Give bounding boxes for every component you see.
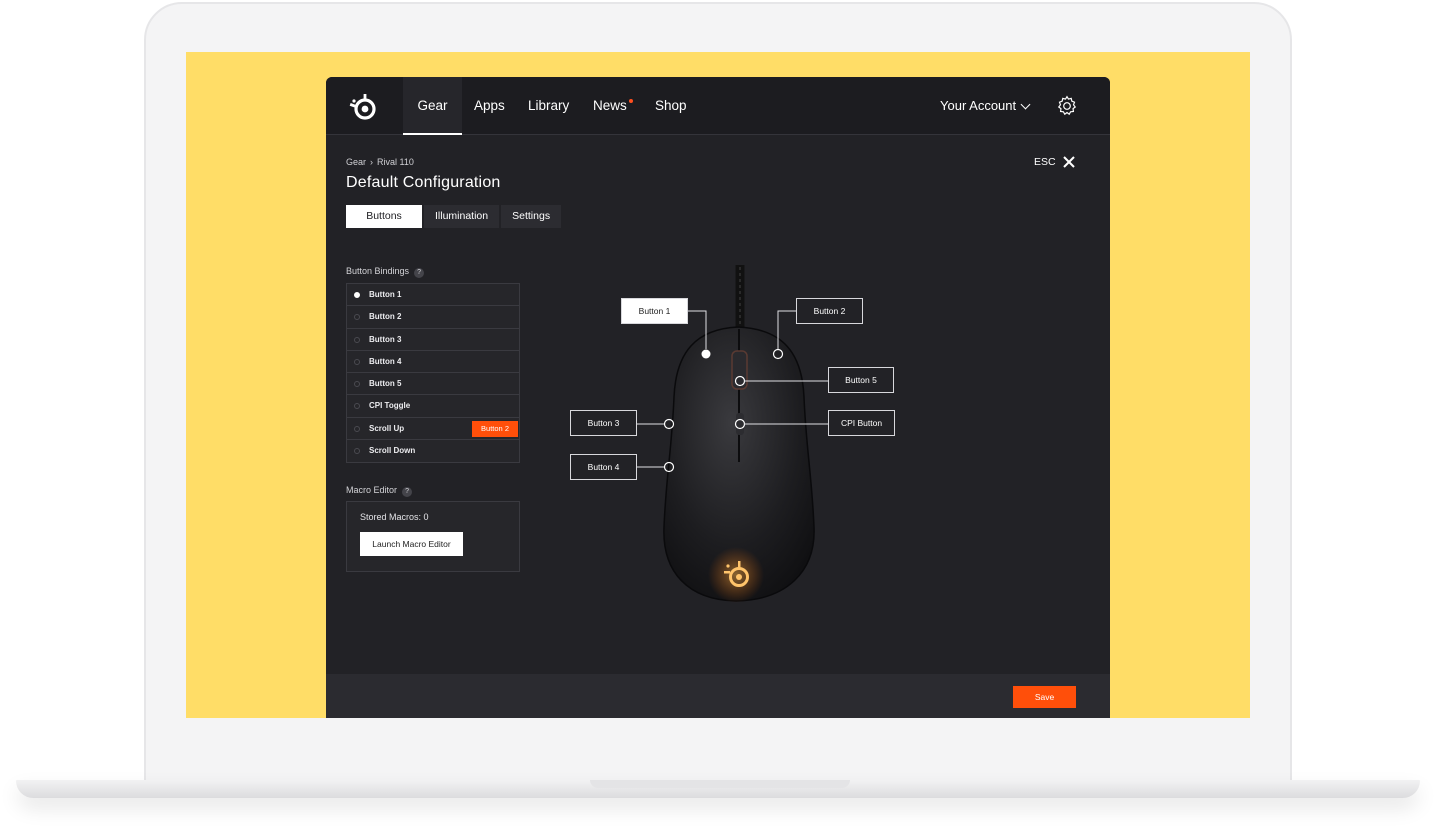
binding-label: Scroll Up bbox=[369, 423, 405, 433]
macro-editor-panel: Stored Macros: 0 Launch Macro Editor bbox=[346, 501, 520, 572]
radio-selected-icon bbox=[354, 292, 360, 298]
binding-label: Button 3 bbox=[369, 334, 402, 344]
help-icon[interactable]: ? bbox=[414, 268, 425, 278]
nav-library[interactable]: Library bbox=[528, 77, 569, 135]
binding-assignment-badge[interactable]: Button 2 bbox=[472, 420, 518, 437]
app-window: Gear Apps Library News Shop Your Account… bbox=[326, 77, 1110, 718]
tab-illumination[interactable]: Illumination bbox=[424, 205, 500, 228]
account-menu[interactable]: Your Account bbox=[940, 77, 1031, 135]
nav-shop[interactable]: Shop bbox=[655, 77, 687, 135]
chevron-down-icon bbox=[1020, 99, 1031, 110]
radio-icon bbox=[354, 314, 360, 321]
radio-icon bbox=[354, 358, 360, 365]
radio-icon bbox=[354, 425, 360, 432]
binding-row-button-4[interactable]: Button 4 bbox=[347, 350, 519, 374]
esc-label[interactable]: ESC bbox=[1034, 156, 1056, 168]
binding-label: Button 5 bbox=[369, 379, 402, 389]
tab-bar: Buttons Illumination Settings bbox=[346, 205, 563, 228]
notification-dot bbox=[628, 99, 633, 103]
radio-icon bbox=[354, 403, 360, 410]
footer-bar: Save bbox=[326, 674, 1110, 718]
radio-icon bbox=[354, 336, 360, 343]
button-bindings-list: Button 1 Button 2 Button 3 Button 4 Butt… bbox=[346, 283, 520, 464]
binding-row-cpi-toggle[interactable]: CPI Toggle bbox=[347, 395, 519, 418]
tab-buttons[interactable]: Buttons bbox=[346, 205, 422, 228]
nav-gear[interactable]: Gear bbox=[403, 77, 462, 135]
page-title: Default Configuration bbox=[346, 174, 501, 191]
screen: Gear Apps Library News Shop Your Account… bbox=[186, 52, 1250, 718]
breadcrumb: Gear › Rival 110 bbox=[346, 157, 414, 167]
gear-icon[interactable] bbox=[1056, 95, 1078, 117]
close-icon[interactable] bbox=[1062, 155, 1076, 169]
binding-label: Button 1 bbox=[369, 290, 402, 299]
callout-button-5[interactable]: Button 5 bbox=[828, 367, 894, 393]
binding-row-scroll-up[interactable]: Scroll Up Button 2 bbox=[347, 417, 519, 441]
callout-cpi-button[interactable]: CPI Button bbox=[828, 410, 895, 436]
macro-editor-label: Macro Editor? bbox=[346, 485, 413, 497]
binding-row-button-2[interactable]: Button 2 bbox=[347, 306, 519, 329]
binding-row-button-5[interactable]: Button 5 bbox=[347, 373, 519, 396]
macro-editor-title: Macro Editor bbox=[346, 485, 398, 495]
radio-icon bbox=[354, 381, 360, 388]
callout-button-4[interactable]: Button 4 bbox=[570, 454, 637, 480]
binding-label: CPI Toggle bbox=[369, 401, 411, 411]
help-icon[interactable]: ? bbox=[402, 487, 413, 497]
nav-news[interactable]: News bbox=[593, 77, 633, 135]
account-label: Your Account bbox=[940, 98, 1017, 113]
breadcrumb-separator: › bbox=[370, 157, 374, 167]
callout-button-2[interactable]: Button 2 bbox=[796, 298, 863, 324]
laptop-notch bbox=[590, 780, 850, 788]
tab-settings[interactable]: Settings bbox=[501, 205, 562, 228]
top-nav-bar: Gear Apps Library News Shop Your Account bbox=[326, 77, 1110, 135]
breadcrumb-current: Rival 110 bbox=[377, 157, 414, 167]
callout-button-3[interactable]: Button 3 bbox=[570, 410, 637, 436]
binding-label: Button 4 bbox=[369, 356, 402, 366]
binding-label: Button 2 bbox=[369, 312, 402, 322]
callout-button-1[interactable]: Button 1 bbox=[621, 298, 688, 324]
button-bindings-title: Button Bindings bbox=[346, 266, 410, 276]
nav-news-label: News bbox=[593, 98, 627, 113]
binding-row-scroll-down[interactable]: Scroll Down bbox=[347, 440, 519, 463]
binding-row-button-3[interactable]: Button 3 bbox=[347, 328, 519, 351]
launch-macro-editor-button[interactable]: Launch Macro Editor bbox=[360, 532, 463, 556]
button-bindings-label: Button Bindings? bbox=[346, 266, 425, 278]
steelseries-logo-icon[interactable] bbox=[348, 92, 378, 122]
binding-label: Scroll Down bbox=[369, 446, 416, 456]
save-button[interactable]: Save bbox=[1013, 686, 1076, 708]
binding-row-button-1[interactable]: Button 1 bbox=[347, 284, 519, 307]
radio-icon bbox=[354, 448, 360, 455]
nav-apps[interactable]: Apps bbox=[474, 77, 505, 135]
breadcrumb-root[interactable]: Gear bbox=[346, 157, 366, 167]
stored-macros-count: Stored Macros: 0 bbox=[360, 512, 429, 522]
